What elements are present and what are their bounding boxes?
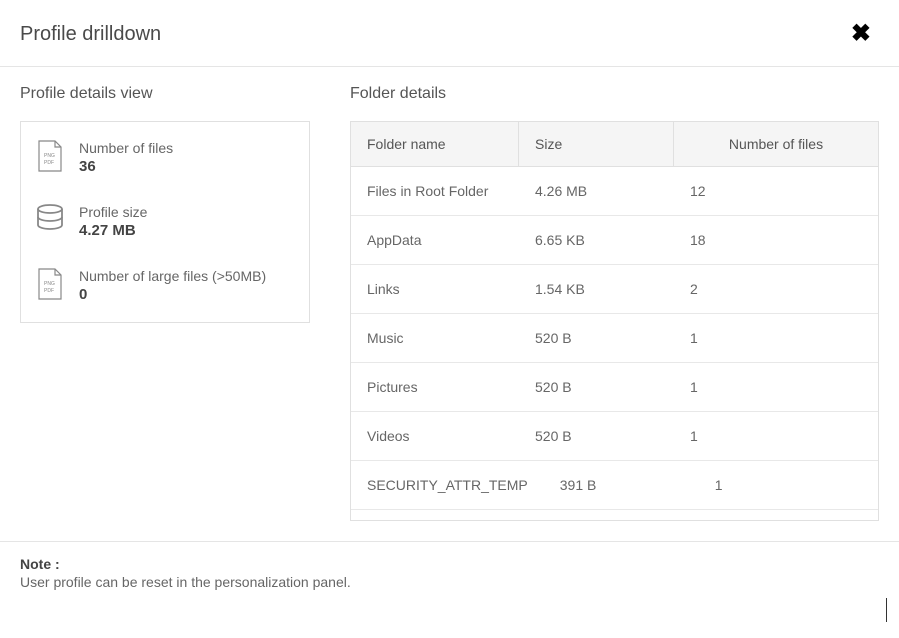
text-cursor	[886, 598, 887, 622]
table-row[interactable]: SECURITY_ATTR_TEMP391 B1	[351, 461, 878, 510]
td-size: 1.54 KB	[519, 265, 674, 313]
th-folder-name[interactable]: Folder name	[351, 122, 519, 166]
folder-table: Folder name Size Number of files Files i…	[350, 121, 879, 521]
td-count: 1	[674, 314, 878, 362]
file-icon: PNG PDF	[35, 268, 65, 304]
th-number-of-files[interactable]: Number of files	[674, 122, 878, 166]
td-count: 1	[699, 461, 878, 509]
table-body[interactable]: Files in Root Folder4.26 MB12AppData6.65…	[351, 167, 878, 520]
stat-value: 36	[79, 158, 295, 175]
td-count: 1	[674, 363, 878, 411]
table-row[interactable]: AppData6.65 KB18	[351, 216, 878, 265]
td-size: 520 B	[519, 363, 674, 411]
td-folder-name: Music	[351, 314, 519, 362]
table-row[interactable]: Music520 B1	[351, 314, 878, 363]
td-folder-name: AppData	[351, 216, 519, 264]
th-size[interactable]: Size	[519, 122, 674, 166]
table-row[interactable]: Files in Root Folder4.26 MB12	[351, 167, 878, 216]
stat-large-files: PNG PDF Number of large files (>50MB) 0	[35, 268, 295, 304]
note-text: User profile can be reset in the persona…	[20, 574, 351, 590]
folder-details-title: Folder details	[350, 85, 879, 103]
td-count: 18	[674, 216, 878, 264]
td-folder-name: Links	[351, 265, 519, 313]
profile-details-card: PNG PDF Number of files 36	[20, 121, 310, 323]
td-size: 391 B	[544, 461, 699, 509]
close-icon[interactable]: ✖	[843, 20, 879, 48]
stat-value: 4.27 MB	[79, 222, 295, 239]
td-size: 520 B	[519, 412, 674, 460]
table-header: Folder name Size Number of files	[351, 122, 878, 167]
file-icon: PNG PDF	[35, 140, 65, 176]
stat-label: Number of files	[79, 140, 295, 156]
td-folder-name: Videos	[351, 412, 519, 460]
td-folder-name: Pictures	[351, 363, 519, 411]
table-row[interactable]: Pictures520 B1	[351, 363, 878, 412]
td-size: 4.26 MB	[519, 167, 674, 215]
note-label: Note :	[20, 556, 60, 572]
svg-text:PNG: PNG	[44, 281, 55, 287]
table-row[interactable]: Links1.54 KB2	[351, 265, 878, 314]
stat-label: Number of large files (>50MB)	[79, 268, 295, 284]
td-folder-name: SECURITY_ATTR_TEMP	[351, 461, 544, 509]
td-size: 6.65 KB	[519, 216, 674, 264]
td-count: 2	[674, 265, 878, 313]
td-count: 1	[674, 412, 878, 460]
stat-label: Profile size	[79, 204, 295, 220]
stat-profile-size: Profile size 4.27 MB	[35, 204, 295, 240]
stat-number-of-files: PNG PDF Number of files 36	[35, 140, 295, 176]
svg-text:PDF: PDF	[44, 160, 54, 166]
td-count: 12	[674, 167, 878, 215]
td-folder-name: Files in Root Folder	[351, 167, 519, 215]
footer-note: Note : User profile can be reset in the …	[0, 541, 899, 606]
page-title: Profile drilldown	[20, 23, 161, 46]
stat-value: 0	[79, 286, 295, 303]
profile-details-title: Profile details view	[20, 85, 310, 103]
database-icon	[35, 204, 65, 240]
td-size: 520 B	[519, 314, 674, 362]
svg-text:PDF: PDF	[44, 288, 54, 294]
svg-text:PNG: PNG	[44, 153, 55, 159]
table-row[interactable]: Videos520 B1	[351, 412, 878, 461]
